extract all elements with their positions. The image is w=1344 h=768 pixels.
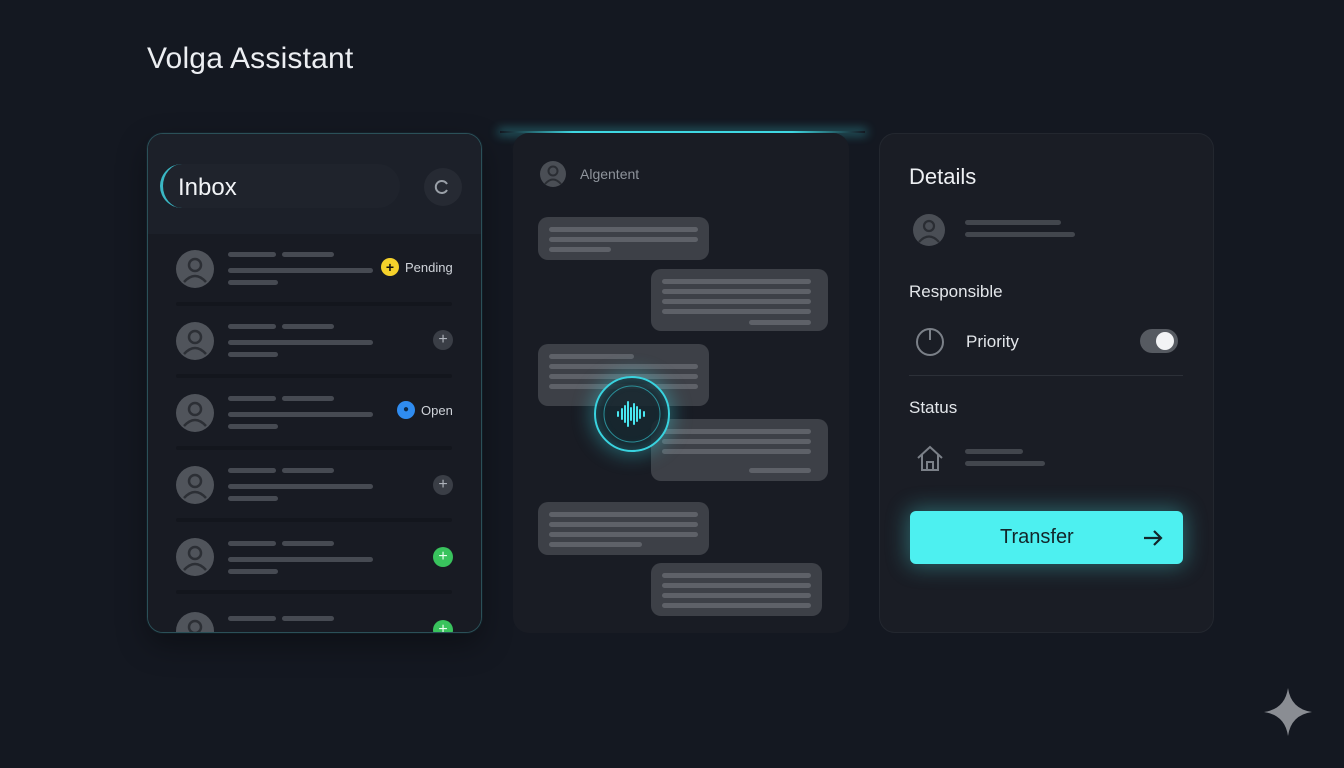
list-item[interactable]: + [176,306,453,378]
power-icon [916,328,944,356]
add-button[interactable]: + [433,475,453,495]
pending-icon: + [381,258,399,276]
add-button[interactable]: + [433,330,453,350]
refresh-icon [434,180,448,194]
app-title: Volga Assistant [147,42,354,75]
toggle-knob [1156,332,1174,350]
message-bubble-outgoing [651,419,828,481]
message-bubble-outgoing [651,269,828,331]
conversation-list: + Pending + ● Open + + + [148,234,481,632]
agent-name: Algentent [580,166,640,182]
chat-panel: Algentent [513,133,849,633]
add-button[interactable]: + [433,547,453,567]
inbox-title: Inbox [178,174,237,201]
avatar [176,538,214,576]
divider [909,375,1183,376]
inbox-header: Inbox [148,134,481,234]
list-item[interactable]: + [176,450,453,522]
status-badge: Open [421,403,453,418]
add-button[interactable]: + [433,620,453,632]
details-panel: Details Responsible Priority Status Tran… [879,133,1214,633]
agent-avatar-icon [540,161,566,187]
list-item[interactable]: ● Open [176,378,453,450]
avatar [176,394,214,432]
voice-button[interactable] [594,376,670,452]
waveform-icon [603,385,661,443]
message-bubble-incoming [538,502,709,555]
avatar [176,250,214,288]
responsible-label: Responsible [909,282,1003,301]
list-item[interactable]: + [176,522,453,594]
transfer-button[interactable]: Transfer [910,511,1183,564]
list-item[interactable]: + [176,594,453,632]
avatar [176,466,214,504]
priority-toggle[interactable] [1140,329,1178,353]
contact-avatar-icon [913,214,945,246]
status-badge: Pending [405,260,453,275]
status-label: Status [909,398,958,417]
home-icon [917,445,943,471]
arrow-right-icon [1144,530,1163,546]
message-bubble-incoming [538,217,709,260]
refresh-button[interactable] [424,168,462,206]
drop-icon: ● [397,401,415,419]
inbox-panel: Inbox + Pending + ● Open + + + [147,133,482,633]
list-item[interactable]: + Pending [176,234,453,306]
avatar [176,612,214,632]
transfer-label: Transfer [1000,526,1074,548]
priority-label: Priority [966,332,1019,351]
sparkle-icon [1264,688,1312,736]
details-title: Details [909,164,977,189]
message-bubble-outgoing [651,563,822,616]
avatar [176,322,214,360]
